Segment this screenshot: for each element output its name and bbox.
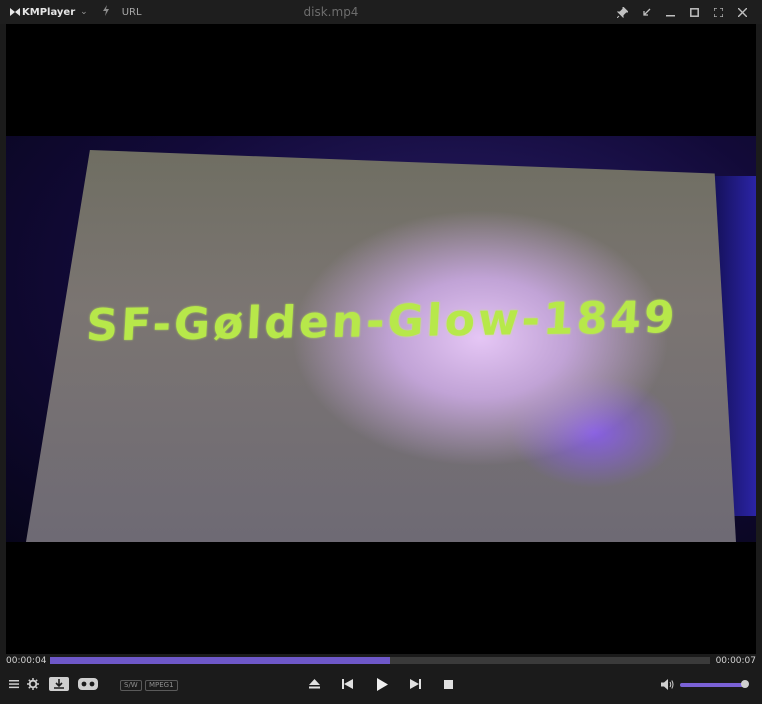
maximize-icon[interactable] (682, 0, 706, 24)
settings-icon[interactable] (27, 678, 39, 690)
close-icon[interactable] (730, 0, 754, 24)
playlist-icon[interactable] (8, 678, 20, 690)
fullscreen-icon[interactable] (706, 0, 730, 24)
vr-icon[interactable] (77, 677, 99, 691)
seek-progress (50, 657, 390, 664)
volume-knob[interactable] (741, 680, 750, 688)
current-time: 00:00:04 (6, 656, 47, 666)
control-bar: S/W MPEG1 (0, 668, 762, 704)
pin-icon[interactable] (610, 0, 634, 24)
previous-icon[interactable] (341, 678, 353, 690)
eject-icon[interactable] (308, 678, 320, 690)
volume-icon[interactable] (660, 678, 674, 690)
seek-bar[interactable] (50, 657, 710, 664)
download-icon[interactable] (48, 676, 70, 692)
shrink-icon[interactable] (634, 0, 658, 24)
next-icon[interactable] (409, 678, 421, 690)
window-title: disk.mp4 (303, 5, 359, 19)
handwritten-text: SF-Gølden-Glow-1849 (84, 292, 680, 352)
codec-tag[interactable]: MPEG1 (145, 680, 178, 691)
volume-slider[interactable] (680, 680, 750, 688)
minimize-icon[interactable] (658, 0, 682, 24)
sw-decoder-tag[interactable]: S/W (120, 680, 142, 691)
total-time: 00:00:07 (715, 656, 756, 666)
video-frame: SF-Gølden-Glow-1849 (6, 136, 756, 542)
volume-level (680, 683, 746, 687)
play-icon[interactable] (375, 677, 389, 691)
title-bar: KMPlayer ⌄ URL disk.mp4 (0, 0, 762, 24)
stop-icon[interactable] (443, 679, 453, 689)
video-area[interactable]: SF-Gølden-Glow-1849 (6, 24, 756, 654)
seek-row: 00:00:04 00:00:07 (0, 654, 762, 668)
